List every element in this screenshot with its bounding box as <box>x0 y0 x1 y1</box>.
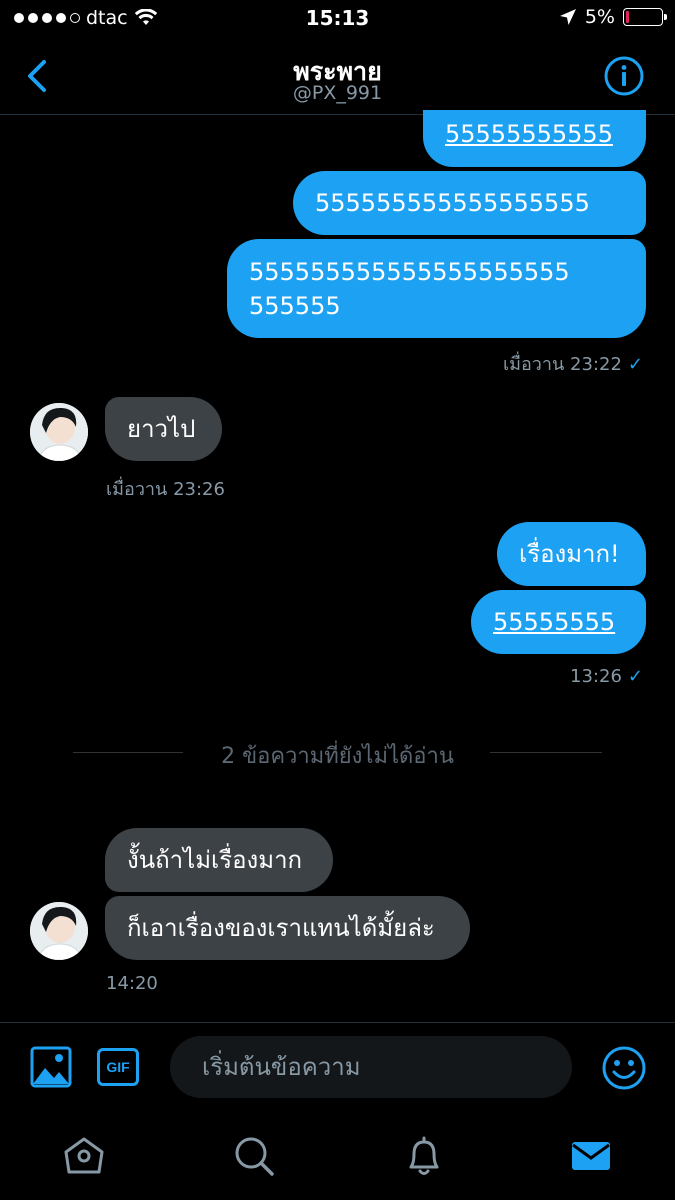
image-icon[interactable] <box>30 1046 72 1088</box>
message-timestamp: เมื่อวาน 23:26 <box>106 479 225 500</box>
composer-divider <box>0 1022 675 1023</box>
check-icon: ✓ <box>627 666 643 687</box>
message-timestamp: 14:20 <box>106 973 158 994</box>
message-text: 555555555555555555555 <box>249 258 570 286</box>
message-bubble-incoming[interactable]: ยาวไป <box>105 397 222 461</box>
message-bubble-outgoing[interactable]: 55555555555 <box>423 110 646 167</box>
message-bubble-outgoing[interactable]: 555555555555555555555 555555 <box>227 239 646 338</box>
avatar-image <box>30 902 88 960</box>
message-link[interactable]: 55555555555 <box>445 120 613 148</box>
message-bubble-outgoing[interactable]: เรื่องมาก! <box>497 522 646 586</box>
message-text: ก็เอาเรื่องของเราแทนได้มั้ยล่ะ <box>127 914 435 942</box>
message-link[interactable]: 55555555 <box>493 608 615 636</box>
avatar[interactable] <box>30 902 88 960</box>
message-text: งั้นถ้าไม่เรื่องมาก <box>127 846 303 874</box>
message-timestamp: 13:26 ✓ <box>570 666 643 687</box>
avatar[interactable] <box>30 403 88 461</box>
message-text: 555555 <box>249 292 341 320</box>
check-icon: ✓ <box>627 354 643 375</box>
status-right: 5% <box>559 6 667 28</box>
status-bar: dtac 15:13 5% <box>0 0 675 38</box>
unread-divider-label: 2 ข้อความที่ยังไม่ได้อ่าน <box>221 744 454 769</box>
bell-icon[interactable] <box>402 1134 446 1178</box>
message-bubble-incoming[interactable]: ก็เอาเรื่องของเราแทนได้มั้ยล่ะ <box>105 896 470 960</box>
message-text: ยาวไป <box>127 415 196 443</box>
conversation-handle: @PX_991 <box>292 82 383 104</box>
message-bubble-outgoing[interactable]: 555555555555555555 <box>293 171 646 235</box>
avatar-image <box>30 403 88 461</box>
message-text: 555555555555555555 <box>315 189 590 217</box>
location-arrow-icon <box>559 9 576 25</box>
message-bubble-incoming[interactable]: งั้นถ้าไม่เรื่องมาก <box>105 828 333 892</box>
home-icon[interactable] <box>62 1134 106 1178</box>
emoji-icon[interactable] <box>601 1045 647 1091</box>
battery-percent: 5% <box>584 6 615 28</box>
mail-icon[interactable] <box>569 1134 613 1178</box>
gif-icon[interactable]: GIF <box>97 1048 139 1086</box>
message-timestamp: เมื่อวาน 23:22 ✓ <box>502 354 643 375</box>
search-icon[interactable] <box>232 1134 276 1178</box>
message-input[interactable]: เริ่มต้นข้อความ <box>170 1036 572 1098</box>
info-icon[interactable] <box>603 55 645 97</box>
message-text: เรื่องมาก! <box>519 540 620 568</box>
battery-icon <box>623 8 667 26</box>
message-bubble-outgoing[interactable]: 55555555 <box>471 590 646 654</box>
